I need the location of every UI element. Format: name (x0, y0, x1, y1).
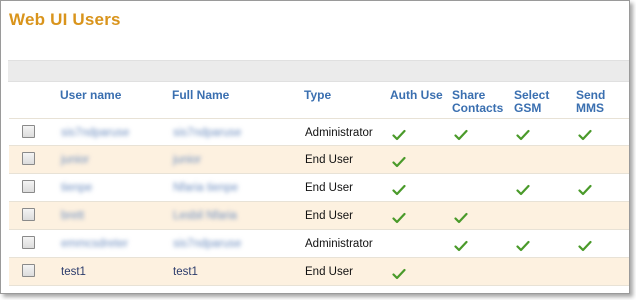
header-line: GSM (514, 101, 542, 115)
username-link[interactable]: test1 (61, 266, 86, 278)
user-type-cell: Administrator (305, 238, 373, 250)
fullname-cell: Lesbil Nfaria (173, 210, 237, 222)
row-select-checkbox[interactable] (22, 208, 35, 221)
column-header-share-contacts[interactable]: Share Contacts (452, 89, 503, 115)
username-link[interactable]: sis7ndparuse (61, 127, 129, 139)
table-row[interactable]: sis7ndparuse sis7ndparuse Administrator (9, 118, 629, 146)
column-header-auth-use[interactable]: Auth Use (390, 89, 443, 102)
username-link[interactable]: brett (61, 210, 84, 222)
column-header-send-mms[interactable]: Send MMS (576, 89, 605, 115)
check-icon (578, 183, 592, 196)
fullname-cell: Nfaria tienpe (173, 182, 239, 194)
check-icon (578, 239, 592, 252)
check-icon (392, 183, 406, 196)
fullname-cell: sis7ndparuse (173, 238, 242, 250)
check-icon (578, 128, 592, 141)
row-select-checkbox[interactable] (22, 264, 35, 277)
header-line: MMS (576, 101, 604, 115)
check-icon (454, 128, 468, 141)
table-row[interactable]: junior junior End User (9, 146, 629, 174)
username-link[interactable]: tienpe (61, 182, 92, 194)
toolbar (8, 60, 629, 82)
row-select-checkbox[interactable] (22, 180, 35, 193)
user-type-cell: Administrator (305, 127, 373, 139)
row-select-checkbox[interactable] (22, 236, 35, 249)
fullname-cell: test1 (173, 266, 198, 278)
users-panel: Web UI Users User name Full Name Type Au… (0, 0, 630, 294)
check-icon (392, 128, 406, 141)
fullname-cell: junior (173, 154, 202, 166)
header-line: Contacts (452, 101, 504, 115)
check-icon (516, 128, 530, 141)
check-icon (516, 239, 530, 252)
table-row[interactable]: emmcsdreter sis7ndparuse Administrator (9, 230, 629, 258)
check-icon (392, 155, 406, 168)
user-type-cell: End User (305, 182, 353, 194)
column-header-username[interactable]: User name (60, 89, 121, 102)
username-link[interactable]: emmcsdreter (61, 238, 128, 250)
check-icon (516, 183, 530, 196)
table-row[interactable]: brett Lesbil Nfaria End User (9, 202, 629, 230)
check-icon (392, 267, 406, 280)
user-type-cell: End User (305, 266, 353, 278)
user-type-cell: End User (305, 154, 353, 166)
user-type-cell: End User (305, 210, 353, 222)
column-header-fullname[interactable]: Full Name (172, 89, 229, 102)
username-link[interactable]: junior (61, 154, 89, 166)
check-icon (454, 239, 468, 252)
fullname-cell: sis7ndparuse (173, 127, 242, 139)
column-header-select-gsm[interactable]: Select GSM (514, 89, 549, 115)
page-title: Web UI Users (9, 10, 121, 29)
row-select-checkbox[interactable] (22, 125, 35, 138)
table-row[interactable]: test1 test1 End User (9, 258, 629, 286)
check-icon (454, 211, 468, 224)
row-select-checkbox[interactable] (22, 152, 35, 165)
check-icon (392, 211, 406, 224)
column-header-type[interactable]: Type (304, 89, 331, 102)
table-row[interactable]: tienpe Nfaria tienpe End User (9, 174, 629, 202)
